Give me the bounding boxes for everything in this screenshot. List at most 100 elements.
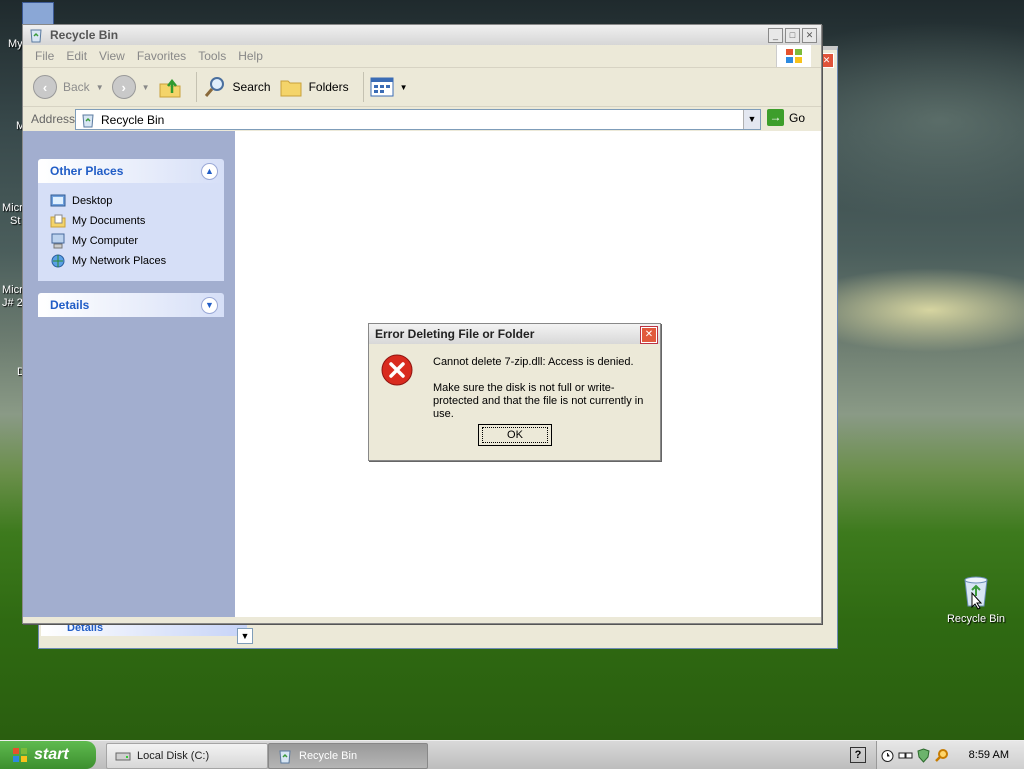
place-link-my-computer[interactable]: My Computer — [50, 231, 214, 251]
menu-view[interactable]: View — [93, 49, 131, 63]
place-link-label: My Computer — [72, 235, 139, 247]
menu-file[interactable]: File — [23, 49, 60, 63]
my-computer-icon[interactable] — [22, 2, 54, 26]
place-link-label: Desktop — [72, 195, 113, 207]
task-pane: Other Places ▲ Desktop My Documents My C… — [23, 131, 235, 617]
folders-icon — [280, 80, 302, 97]
back-arrow-icon: ‹ — [33, 75, 57, 99]
security-shield-icon[interactable] — [916, 747, 931, 763]
desktop-icon — [50, 194, 66, 207]
dialog-message-secondary: Make sure the disk is not full or write-… — [433, 382, 644, 420]
network-icon[interactable] — [898, 748, 913, 763]
address-dropdown-button[interactable]: ▼ — [743, 110, 760, 129]
ok-button[interactable]: OK — [478, 424, 552, 446]
dialog-title-bar[interactable]: Error Deleting File or Folder ✕ — [369, 324, 660, 344]
dialog-message-primary: Cannot delete 7-zip.dll: Access is denie… — [433, 356, 634, 368]
folders-button[interactable]: Folders — [279, 76, 349, 98]
taskbar-item-local-disk[interactable]: Local Disk (C:) — [106, 743, 268, 769]
menu-help[interactable]: Help — [232, 49, 269, 63]
go-arrow-icon: → — [767, 109, 784, 126]
toolbar: ‹ Back ▼ › ▼ Search Folders ▼ — [23, 68, 821, 107]
recycle-bin-label: Recycle Bin — [946, 613, 1006, 625]
help-icon[interactable]: ? — [850, 747, 866, 763]
desktop-icon-label[interactable]: Micr — [2, 202, 23, 214]
search-icon[interactable] — [934, 748, 949, 763]
start-label: start — [34, 746, 69, 763]
menu-bar: File Edit View Favorites Tools Help — [23, 45, 821, 68]
details-panel: Details ▼ — [38, 293, 224, 317]
views-button[interactable]: ▼ — [370, 77, 408, 97]
hard-disk-icon — [115, 752, 131, 761]
my-documents-icon — [50, 214, 66, 228]
chevron-down-icon[interactable]: ▼ — [201, 296, 218, 314]
toolbar-separator — [195, 72, 197, 102]
details-header[interactable]: Details ▼ — [38, 293, 224, 317]
forward-arrow-icon: › — [111, 75, 136, 99]
recycle-bin-icon — [30, 29, 42, 43]
dialog-title: Error Deleting File or Folder — [375, 327, 535, 341]
address-value: Recycle Bin — [101, 112, 165, 127]
place-link-my-documents[interactable]: My Documents — [50, 211, 214, 231]
desktop-icon-label[interactable]: My — [8, 38, 23, 50]
my-computer-icon — [51, 233, 65, 249]
place-link-my-network-places[interactable]: My Network Places — [50, 251, 214, 271]
go-button[interactable]: → Go — [767, 109, 805, 126]
recycle-bin-icon — [82, 114, 94, 127]
search-button[interactable]: Search — [203, 75, 271, 99]
error-dialog: Error Deleting File or Folder ✕ Cannot d… — [368, 323, 661, 461]
system-tray: 8:59 AM — [876, 741, 1024, 769]
other-places-header[interactable]: Other Places ▲ — [38, 159, 224, 183]
toolbar-separator — [362, 72, 364, 102]
place-link-label: My Documents — [72, 215, 146, 227]
minimize-button[interactable]: _ — [768, 28, 783, 43]
up-folder-icon — [159, 78, 181, 98]
close-button[interactable]: ✕ — [802, 28, 817, 43]
place-link-label: My Network Places — [72, 255, 167, 267]
search-icon — [204, 77, 224, 97]
chevron-down-icon[interactable]: ▼ — [237, 628, 253, 644]
chevron-down-icon: ▼ — [399, 82, 408, 92]
close-button[interactable]: ✕ — [641, 327, 657, 343]
desktop-icon-label[interactable]: St — [10, 215, 20, 227]
menu-tools[interactable]: Tools — [192, 49, 232, 63]
windows-logo-icon — [776, 45, 811, 67]
desktop-icon-label[interactable]: J# 2 — [2, 297, 23, 309]
views-icon — [370, 77, 394, 97]
back-label: Back — [63, 80, 90, 94]
chevron-down-icon[interactable]: ▼ — [96, 83, 104, 92]
network-places-icon — [51, 254, 65, 268]
alarm-clock-icon[interactable] — [880, 748, 895, 763]
task-label: Local Disk (C:) — [137, 750, 210, 762]
windows-logo-icon — [13, 748, 27, 762]
address-label: Address — [31, 112, 76, 126]
start-button[interactable]: start — [0, 741, 96, 769]
taskbar-item-recycle-bin[interactable]: Recycle Bin — [268, 743, 428, 769]
folders-label: Folders — [308, 80, 349, 94]
clock: 8:59 AM — [968, 749, 1009, 761]
ok-label: OK — [482, 427, 548, 443]
forward-button[interactable]: › ▼ — [111, 75, 150, 99]
chevron-up-icon[interactable]: ▲ — [201, 162, 218, 180]
go-label: Go — [789, 110, 806, 125]
other-places-title: Other Places — [50, 164, 124, 178]
search-label: Search — [232, 80, 271, 94]
maximize-button[interactable]: □ — [785, 28, 800, 43]
desktop-icon-label[interactable]: Micr — [2, 284, 23, 296]
other-places-panel: Other Places ▲ Desktop My Documents My C… — [38, 159, 224, 281]
details-title: Details — [50, 298, 90, 312]
up-folder-button[interactable] — [158, 75, 182, 99]
recycle-bin-icon — [279, 750, 291, 764]
place-link-desktop[interactable]: Desktop — [50, 191, 214, 211]
chevron-down-icon[interactable]: ▼ — [142, 83, 150, 92]
address-input[interactable]: Recycle Bin ▼ — [75, 109, 761, 130]
task-label: Recycle Bin — [299, 750, 358, 762]
menu-edit[interactable]: Edit — [60, 49, 93, 63]
menu-favorites[interactable]: Favorites — [131, 49, 192, 63]
address-bar: Address Recycle Bin ▼ → Go — [23, 107, 821, 132]
mouse-cursor-icon — [971, 592, 983, 610]
error-icon — [381, 354, 413, 386]
window-title: Recycle Bin — [50, 28, 119, 42]
back-button[interactable]: ‹ Back ▼ — [33, 75, 104, 99]
taskbar: start Local Disk (C:) Recycle Bin ? 8:59… — [0, 740, 1024, 769]
title-bar[interactable]: Recycle Bin _ □ ✕ — [23, 25, 821, 45]
